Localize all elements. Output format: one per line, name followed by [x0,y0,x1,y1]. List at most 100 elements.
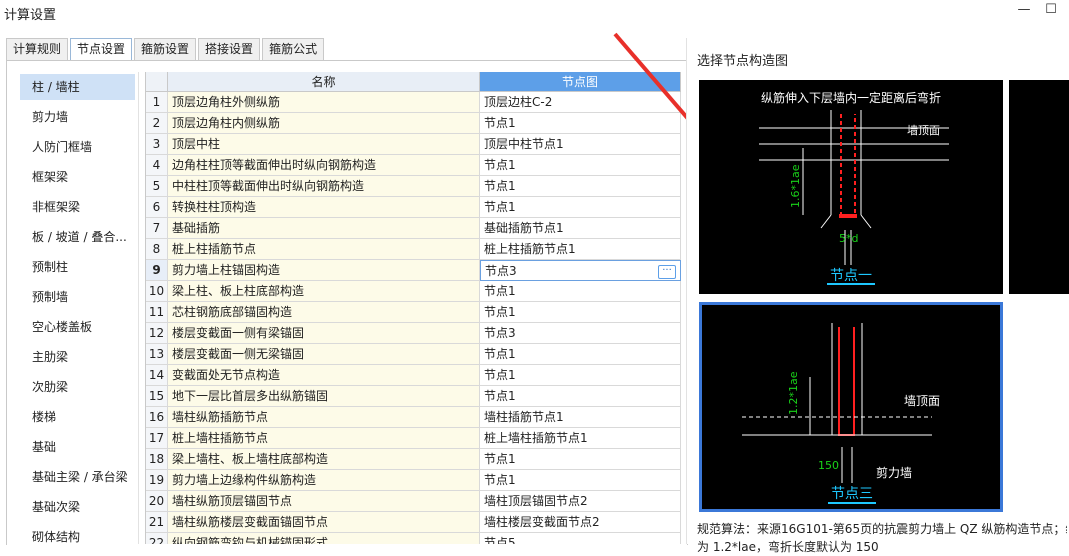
row-node-value-text: 节点3 [485,264,517,278]
table-row[interactable]: 2 顶层边角柱内侧纵筋 节点1 [146,113,681,134]
sidebar-item[interactable]: 基础 [20,434,135,460]
sidebar-item[interactable]: 人防门框墙 [20,134,135,160]
table-row[interactable]: 15 地下一层比首层多出纵筋锚固 节点1 [146,386,681,407]
row-node-value-text: 节点3 [484,326,516,340]
row-node-value[interactable]: 节点1 [480,365,681,386]
spec-line-1: 规范算法：来源16G101-第65页的抗震剪力墙上 QZ 纵筋构造节点；纵 [697,522,1067,536]
row-name: 墙柱纵筋楼层变截面锚固节点 [168,512,480,533]
table-row[interactable]: 8 桩上柱插筋节点 桩上柱插筋节点1 [146,239,681,260]
tab-stirrup-settings[interactable]: 箍筋设置 [134,38,197,60]
row-name: 桩上墙柱插筋节点 [168,428,480,449]
row-node-value[interactable]: 墙柱楼层变截面节点2 [480,512,681,533]
table-row[interactable]: 13 楼层变截面一侧无梁锚固 节点1 [146,344,681,365]
table-row[interactable]: 6 转换柱柱顶构造 节点1 [146,197,681,218]
row-name-text: 墙柱纵筋顶层锚固节点 [172,494,293,508]
table-row[interactable]: 18 梁上墙柱、板上墙柱底部构造 节点1 [146,449,681,470]
row-node-value[interactable]: 桩上柱插筋节点1 [480,239,681,260]
sidebar-item[interactable]: 基础主梁 / 承台梁 [20,464,135,490]
row-node-value[interactable]: 节点5 [480,533,681,544]
row-node-value[interactable]: 节点1 [480,470,681,491]
table-row[interactable]: 7 基础插筋 基础插筋节点1 [146,218,681,239]
header-row-number [146,72,168,92]
row-node-value[interactable]: 节点1 [480,176,681,197]
node3-dim-vertical: 1.2*1ae [787,371,800,415]
table-row[interactable]: 22 纵向钢筋弯钩与机械锚固形式 节点5 [146,533,681,544]
sidebar-item[interactable]: 楼梯 [20,404,135,430]
row-node-value[interactable]: 墙柱插筋节点1 [480,407,681,428]
row-number: 3 [146,134,168,155]
header-node-diagram[interactable]: 节点图 [480,72,681,92]
row-node-value[interactable]: 节点1 [480,386,681,407]
table-row[interactable]: 20 墙柱纵筋顶层锚固节点 墙柱顶层锚固节点2 [146,491,681,512]
sidebar-item[interactable]: 剪力墙 [20,104,135,130]
maximize-icon[interactable]: ☐ [1043,2,1059,18]
sidebar-item[interactable]: 板 / 坡道 / 叠合... [20,224,135,250]
tab-stirrup-formula[interactable]: 箍筋公式 [262,38,325,60]
node1-caption: 节点一 [830,268,872,284]
node1-diagram[interactable]: 纵筋伸入下层墙内一定距离后弯折 1.6*1ae 5*d 墙顶面 节点一 [699,80,1003,294]
row-node-value[interactable]: 顶层边柱C-2 [480,92,681,113]
row-node-value-text: 节点1 [484,116,516,130]
sidebar-item[interactable]: 预制柱 [20,254,135,280]
tab-lap-settings[interactable]: 搭接设置 [198,38,261,60]
node2-diagram-partial[interactable] [1009,80,1069,294]
row-node-value-text: 节点1 [484,305,516,319]
row-number: 22 [146,533,168,544]
row-node-value[interactable]: 节点1 [480,344,681,365]
tab-node-settings[interactable]: 节点设置 [70,38,133,60]
row-number: 13 [146,344,168,365]
header-name[interactable]: 名称 [168,72,480,92]
table-row[interactable]: 4 边角柱柱顶等截面伸出时纵向钢筋构造 节点1 [146,155,681,176]
table-row[interactable]: 12 楼层变截面一侧有梁锚固 节点3 [146,323,681,344]
window-title: 计算设置 [4,8,57,23]
table-row[interactable]: 21 墙柱纵筋楼层变截面锚固节点 墙柱楼层变截面节点2 [146,512,681,533]
row-node-value[interactable]: 节点1 [480,449,681,470]
minimize-icon[interactable]: — [1016,2,1032,18]
row-name: 纵向钢筋弯钩与机械锚固形式 [168,533,480,544]
row-node-value[interactable]: 节点1 [480,281,681,302]
sidebar-item[interactable]: 基础次梁 [20,494,135,520]
node1-dim-vertical: 1.6*1ae [789,164,802,208]
node3-diagram[interactable]: 1.2*1ae 墙顶面 150 剪力墙 节点三 [699,302,1003,512]
row-node-value[interactable]: 节点1 [480,155,681,176]
table-row[interactable]: 17 桩上墙柱插筋节点 桩上墙柱插筋节点1 [146,428,681,449]
row-node-value[interactable]: 节点1 [480,197,681,218]
tab-calc-rules[interactable]: 计算规则 [6,38,69,60]
table-row[interactable]: 9 剪力墙上柱锚固构造 节点3 ··· [146,260,681,281]
table-row[interactable]: 10 梁上柱、板上柱底部构造 节点1 [146,281,681,302]
table-row[interactable]: 1 顶层边角柱外侧纵筋 顶层边柱C-2 [146,92,681,113]
table-row[interactable]: 16 墙柱纵筋插筋节点 墙柱插筋节点1 [146,407,681,428]
table-row[interactable]: 5 中柱柱顶等截面伸出时纵向钢筋构造 节点1 [146,176,681,197]
row-node-value-text: 顶层中柱节点1 [484,137,564,151]
row-node-value[interactable]: 墙柱顶层锚固节点2 [480,491,681,512]
node3-drawing: 1.2*1ae 墙顶面 150 剪力墙 节点三 [742,323,940,504]
sidebar-item[interactable]: 非框架梁 [20,194,135,220]
row-node-value[interactable]: 桩上墙柱插筋节点1 [480,428,681,449]
table-row[interactable]: 11 芯柱钢筋底部锚固构造 节点1 [146,302,681,323]
row-number-text: 13 [148,347,165,361]
sidebar-item[interactable]: 柱 / 墙柱 [20,74,135,100]
row-node-value[interactable]: 基础插筋节点1 [480,218,681,239]
row-node-value[interactable]: 节点1 [480,302,681,323]
sidebar-item[interactable]: 次肋梁 [20,374,135,400]
table-row[interactable]: 3 顶层中柱 顶层中柱节点1 [146,134,681,155]
row-node-value[interactable]: 顶层中柱节点1 [480,134,681,155]
sidebar-item[interactable]: 框架梁 [20,164,135,190]
ellipsis-button[interactable]: ··· [658,265,676,279]
row-name: 梁上墙柱、板上墙柱底部构造 [168,449,480,470]
row-node-value[interactable]: 节点3 ··· [480,260,681,281]
row-name: 转换柱柱顶构造 [168,197,480,218]
row-number: 15 [146,386,168,407]
row-name: 楼层变截面一侧有梁锚固 [168,323,480,344]
row-node-value[interactable]: 节点3 [480,323,681,344]
table-row[interactable]: 14 变截面处无节点构造 节点1 [146,365,681,386]
row-node-value-text: 墙柱插筋节点1 [484,410,564,424]
row-name-text: 剪力墙上边缘构件纵筋构造 [172,473,317,487]
sidebar-item[interactable]: 主肋梁 [20,344,135,370]
row-node-value-text: 墙柱楼层变截面节点2 [484,515,600,529]
sidebar-item[interactable]: 砌体结构 [20,524,135,544]
row-node-value[interactable]: 节点1 [480,113,681,134]
sidebar-item[interactable]: 空心楼盖板 [20,314,135,340]
table-row[interactable]: 19 剪力墙上边缘构件纵筋构造 节点1 [146,470,681,491]
sidebar-item[interactable]: 预制墙 [20,284,135,310]
